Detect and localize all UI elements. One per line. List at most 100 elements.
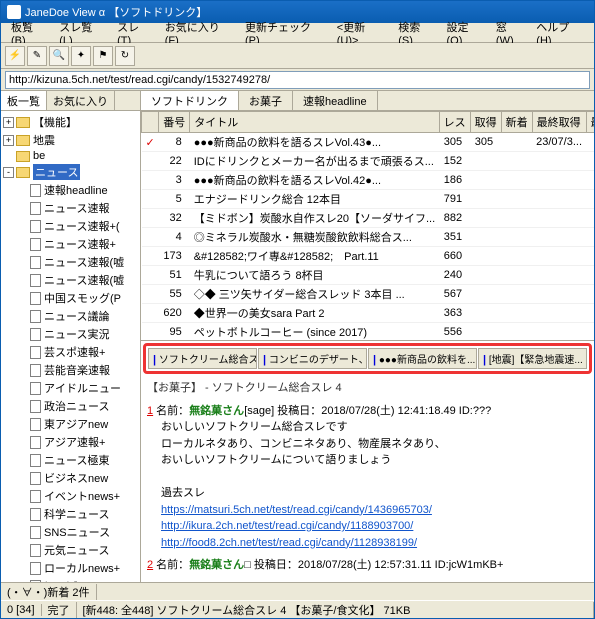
thread-tab[interactable]: | ●●●新商品の飲料を...: [368, 348, 477, 369]
thread-row[interactable]: 620◆世界一の美女sara Part 2363: [142, 304, 595, 323]
column-header[interactable]: 最終取得: [532, 112, 586, 133]
status-state: 完了: [42, 602, 77, 618]
status-new-count: (・∀・)新着 2件: [1, 584, 97, 600]
document-icon: [30, 472, 41, 485]
thread-row[interactable]: 55◇◆ 三ツ矢サイダー総合スレッド 3本目 ...567: [142, 285, 595, 304]
tool-refresh-icon[interactable]: ↻: [115, 46, 135, 66]
post-author: 無銘菓さん: [189, 559, 244, 571]
statusbar-1: (・∀・)新着 2件: [1, 582, 594, 600]
column-header[interactable]: 番号: [159, 112, 190, 133]
tree-toggle[interactable]: +: [3, 117, 14, 128]
tree-leaf[interactable]: 芸スポ速報+: [44, 344, 105, 360]
board-tab[interactable]: 速報headline: [293, 91, 378, 110]
post-number[interactable]: 1: [147, 405, 153, 417]
tree-leaf[interactable]: ニュース実況: [44, 326, 109, 342]
document-icon: [30, 184, 41, 197]
tree-leaf[interactable]: 科学ニュース: [44, 506, 109, 522]
column-header[interactable]: タイトル: [190, 112, 439, 133]
tree-node[interactable]: be: [33, 150, 45, 162]
thread-row[interactable]: 5エナジードリンク総合 12本目791: [142, 190, 595, 209]
post-header: 2 名前：無銘菓さん□ 投稿日：2018/07/28(土) 12:57:31.1…: [147, 557, 588, 574]
tool-pencil-icon[interactable]: ✎: [27, 46, 47, 66]
document-icon: [30, 274, 41, 287]
thread-tab[interactable]: | ソフトクリーム総合ス...: [148, 348, 257, 369]
thread-tab[interactable]: | [地震]【緊急地震速...: [478, 348, 587, 369]
thread-tab[interactable]: | コンビニのデザート、...: [258, 348, 367, 369]
thread-row[interactable]: 3●●●新商品の飲料を語るスレVol.42●...186: [142, 171, 595, 190]
column-header[interactable]: [142, 112, 159, 133]
document-icon: [30, 364, 41, 377]
document-icon: [30, 346, 41, 359]
sidebar-tab-favorites[interactable]: お気に入り: [47, 91, 115, 110]
tree-leaf[interactable]: イベントnews+: [44, 488, 120, 504]
tree-leaf[interactable]: 元気ニュース: [44, 542, 109, 558]
thread-row[interactable]: 95ペットボトルコーヒー (since 2017)556: [142, 323, 595, 342]
thread-tabbar: | ソフトクリーム総合ス...| コンビニのデザート、...| ●●●新商品の飲…: [148, 348, 587, 369]
tree-toggle[interactable]: +: [3, 135, 14, 146]
tree-leaf[interactable]: SNSニュース: [44, 524, 110, 540]
tool-flag-icon[interactable]: ⚑: [93, 46, 113, 66]
column-header[interactable]: レス: [439, 112, 470, 133]
tree-leaf[interactable]: ニュース速報+: [44, 236, 116, 252]
thread-row[interactable]: ✓8●●●新商品の飲料を語るスレVol.43●...30530523/07/3.…: [142, 133, 595, 152]
post-link[interactable]: http://food8.2ch.net/test/read.cgi/candy…: [161, 537, 417, 549]
document-icon: [30, 310, 41, 323]
tree-leaf[interactable]: アイドルニュー: [44, 380, 121, 396]
document-icon: [30, 238, 41, 251]
document-icon: [30, 436, 41, 449]
thread-row[interactable]: 51牛乳について語ろう 8杯目240: [142, 266, 595, 285]
tree-leaf[interactable]: 中国スモッグ(P: [44, 290, 121, 306]
tree-node[interactable]: 【機能】: [33, 114, 77, 130]
document-icon: [30, 544, 41, 557]
document-icon: [30, 490, 41, 503]
tree-leaf[interactable]: 速報headline: [44, 182, 108, 198]
tree-leaf[interactable]: ニュース速報(嘘: [44, 254, 124, 270]
tool-search-icon[interactable]: 🔍: [49, 46, 69, 66]
tree-toggle[interactable]: -: [3, 167, 14, 178]
post-author: 無銘菓さん: [189, 405, 244, 417]
tree-leaf[interactable]: ニュース速報+(: [44, 218, 120, 234]
thread-row[interactable]: 4◎ミネラル炭酸水・無糖炭酸飲飲料総合ス...351: [142, 228, 595, 247]
thread-viewer[interactable]: 【お菓子】 - ソフトクリーム総合スレ 4 1 名前：無銘菓さん[sage] 投…: [141, 376, 594, 582]
thread-row[interactable]: 22IDにドリンクとメーカー名が出るまで頑張るス...152: [142, 152, 595, 171]
address-input[interactable]: [5, 71, 590, 89]
tool-sparkle-icon[interactable]: ✦: [71, 46, 91, 66]
tree-leaf[interactable]: 芸能音楽速報: [44, 362, 110, 378]
document-icon: [30, 562, 41, 575]
tree-leaf[interactable]: 東アジアnew: [44, 416, 108, 432]
tree-leaf[interactable]: ビジネスnew: [44, 470, 108, 486]
sidebar: 板一覧 お気に入り + 【機能】 + 地震 be - ニュース速報headline ニュース速…: [1, 91, 141, 582]
post-link[interactable]: https://matsuri.5ch.net/test/read.cgi/ca…: [161, 504, 432, 516]
tree-node[interactable]: 地震: [33, 132, 55, 148]
tree-leaf[interactable]: ニュース速報: [44, 200, 109, 216]
folder-icon: [16, 167, 30, 178]
status-thread-info: [新448: 全448] ソフトクリーム総合スレ 4 【お菓子/食文化】 71K…: [77, 602, 594, 618]
tree-node[interactable]: ニュース: [33, 164, 80, 180]
tree-leaf[interactable]: ニュース速報(嘘: [44, 272, 124, 288]
thread-list[interactable]: 番号タイトルレス取得新着最終取得最終書込 ✓8●●●新商品の飲料を語るスレVol…: [141, 111, 594, 341]
board-tab[interactable]: お菓子: [239, 91, 293, 110]
tool-lightning-icon[interactable]: ⚡: [5, 46, 25, 66]
tree-leaf[interactable]: ニュース極東: [44, 452, 109, 468]
column-header[interactable]: 最終書込: [586, 112, 594, 133]
tree-leaf[interactable]: アジア速報+: [44, 434, 105, 450]
statusbar-2: 0 [34] 完了 [新448: 全448] ソフトクリーム総合スレ 4 【お菓…: [1, 600, 594, 618]
tree-leaf[interactable]: ローカルnews+: [44, 560, 120, 576]
sidebar-tab-boards[interactable]: 板一覧: [1, 91, 47, 110]
document-icon: [30, 508, 41, 521]
post-link[interactable]: http://ikura.2ch.net/test/read.cgi/candy…: [161, 520, 413, 532]
tree-leaf[interactable]: 政治ニュース: [44, 398, 109, 414]
tree-leaf[interactable]: ニュース議論: [44, 308, 109, 324]
folder-icon: [16, 135, 30, 146]
post-number[interactable]: 2: [147, 559, 153, 571]
address-bar: [1, 69, 594, 91]
folder-icon: [16, 117, 30, 128]
thread-row[interactable]: 173&#128582;ワイ専&#128582; Part.11660: [142, 247, 595, 266]
document-icon: [30, 256, 41, 269]
thread-row[interactable]: 32【ミドボン】炭酸水自作スレ20【ソーダサイフ...882: [142, 209, 595, 228]
column-header[interactable]: 取得: [470, 112, 501, 133]
document-icon: [30, 328, 41, 341]
column-header[interactable]: 新着: [501, 112, 532, 133]
board-tab[interactable]: ソフトドリンク: [141, 91, 239, 110]
document-icon: [30, 400, 41, 413]
